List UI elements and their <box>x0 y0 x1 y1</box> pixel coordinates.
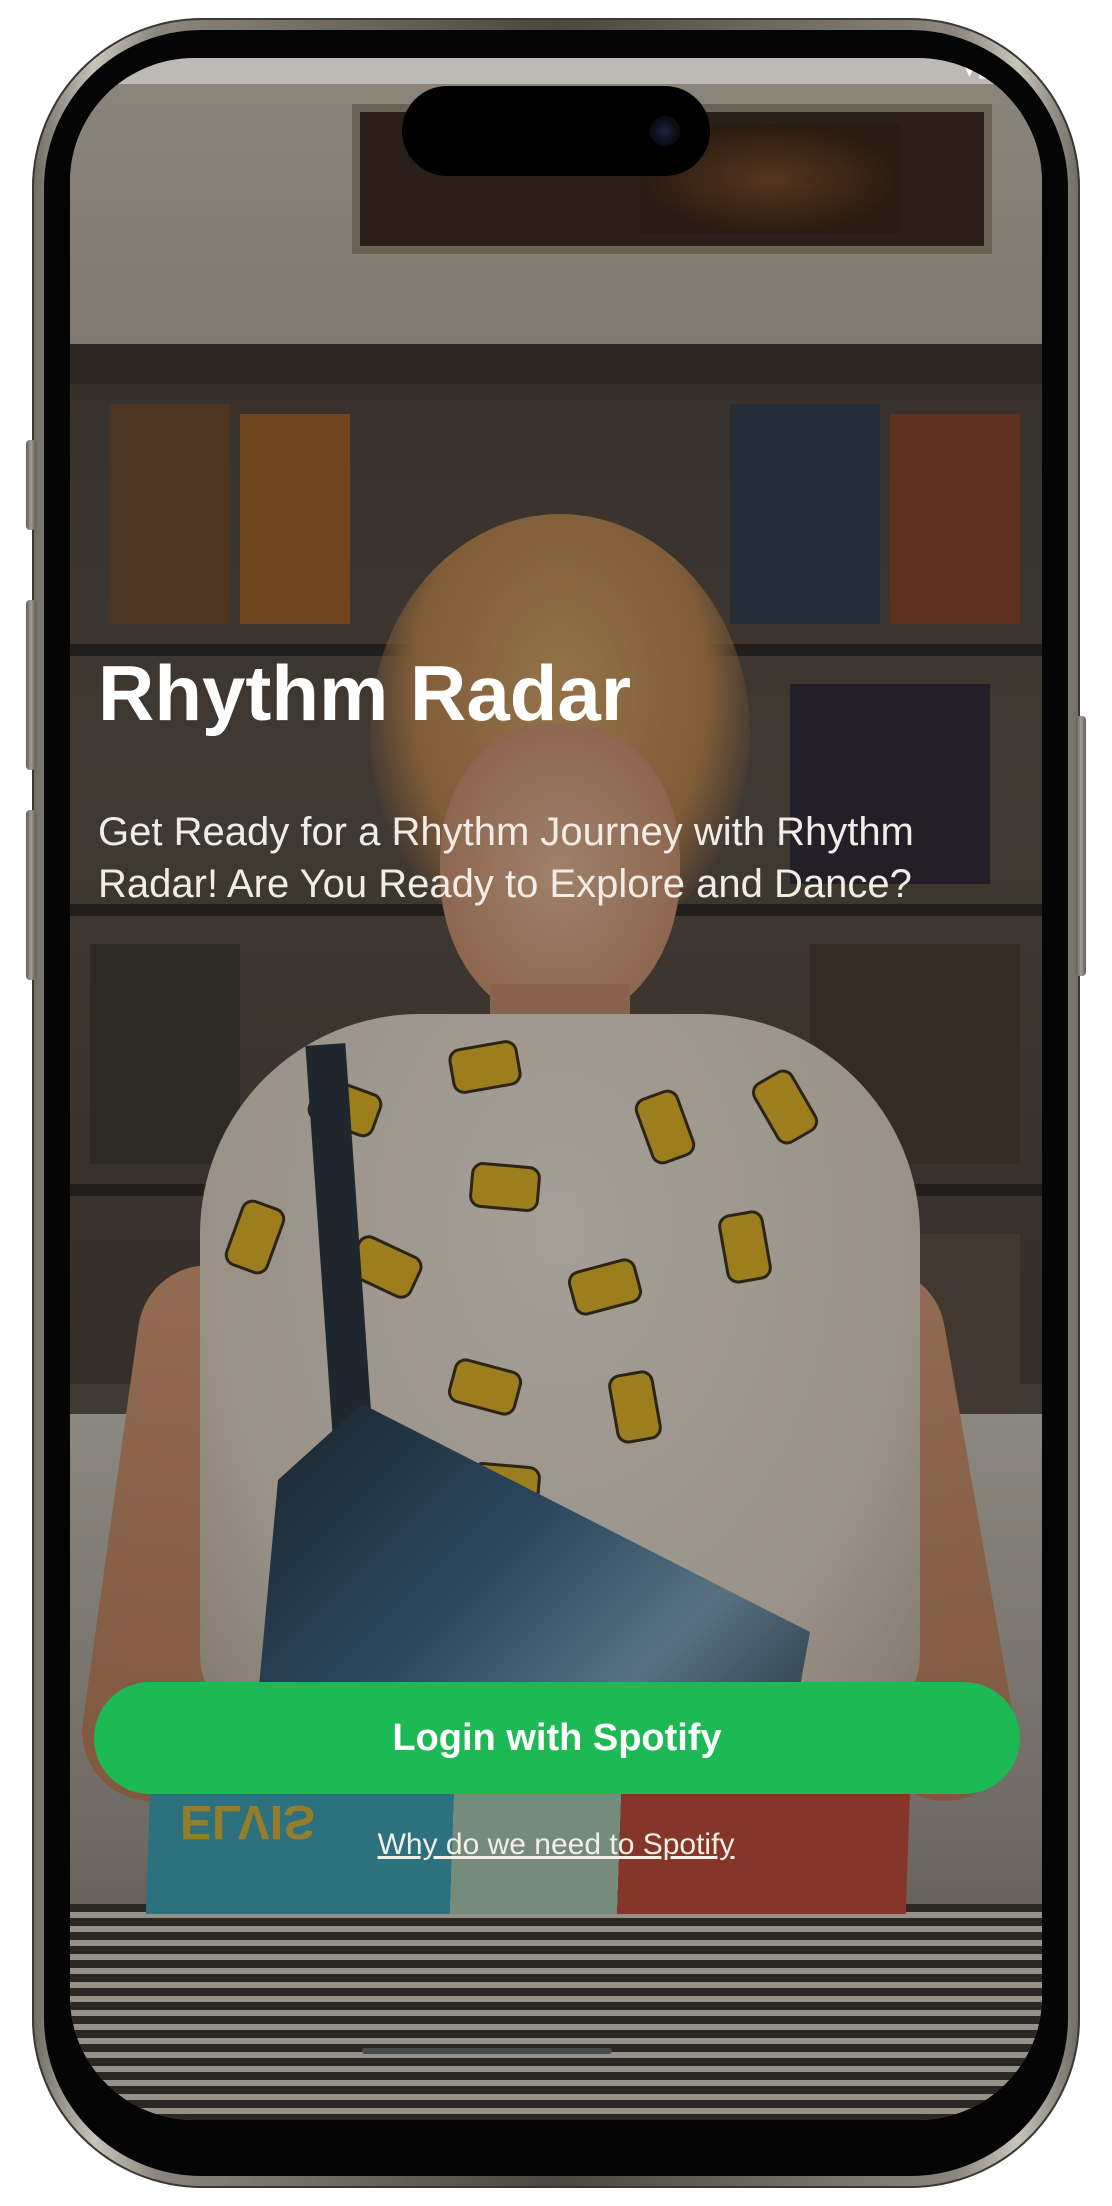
power-button <box>1076 716 1086 976</box>
why-spotify-link[interactable]: Why do we need to Spotify <box>70 1828 1042 1862</box>
onboarding-content: Rhythm Radar Get Ready for a Rhythm Jour… <box>70 58 1042 2120</box>
dynamic-island <box>402 86 710 176</box>
volume-up-button <box>26 600 36 770</box>
login-with-spotify-button[interactable]: Login with Spotify <box>94 1682 1020 1794</box>
app-title: Rhythm Radar <box>98 649 632 737</box>
tagline: Get Ready for a Rhythm Journey with Rhyt… <box>98 810 914 906</box>
front-camera-icon <box>650 116 680 146</box>
action-button <box>26 440 36 530</box>
home-indicator[interactable] <box>362 2048 612 2054</box>
screen: ▾▮ ELVIS Rhythm Radar Get Ready for a Rh… <box>70 58 1042 2120</box>
device-mockup: ▾▮ ELVIS Rhythm Radar Get Ready for a Rh… <box>0 0 1112 2206</box>
volume-down-button <box>26 810 36 980</box>
